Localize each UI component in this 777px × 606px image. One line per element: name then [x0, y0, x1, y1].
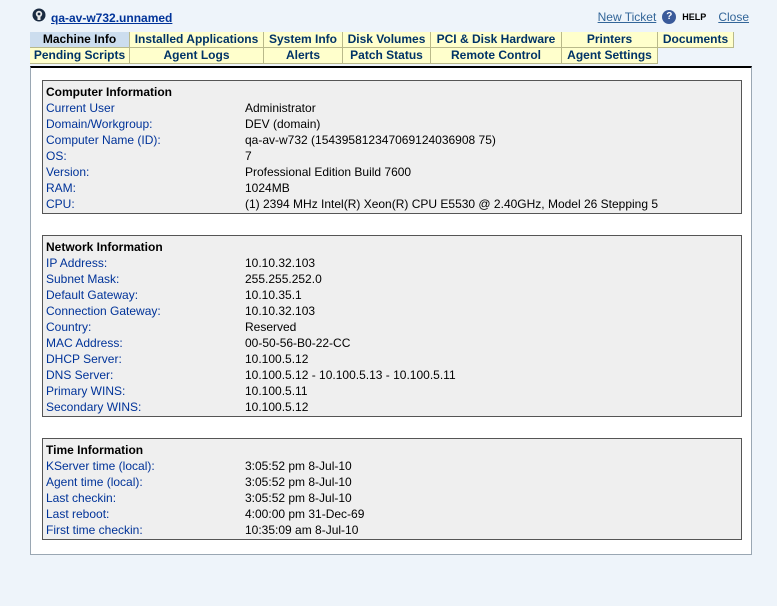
- tab-pending-scripts[interactable]: Pending Scripts: [30, 48, 130, 64]
- tab-agent-logs[interactable]: Agent Logs: [130, 48, 264, 64]
- info-row: OS: 7: [46, 148, 736, 164]
- field-value: Professional Edition Build 7600: [245, 165, 412, 179]
- field-label: CPU:: [46, 197, 75, 211]
- field-label: Connection Gateway:: [46, 304, 161, 318]
- field-label: Agent time (local):: [46, 475, 143, 489]
- section-title: Network Information: [46, 240, 163, 254]
- info-row: Last checkin: 3:05:52 pm 8-Jul-10: [46, 490, 736, 506]
- tab-printers[interactable]: Printers: [562, 32, 658, 48]
- field-label: Last checkin:: [46, 491, 117, 505]
- tab-row-2: Pending Scripts Agent Logs Alerts Patch …: [30, 48, 734, 64]
- field-label: Domain/Workgroup:: [46, 117, 153, 131]
- field-label: RAM:: [46, 181, 76, 195]
- field-value: Reserved: [245, 320, 297, 334]
- tab-pci-disk-hardware[interactable]: PCI & Disk Hardware: [431, 32, 562, 48]
- info-row: Subnet Mask: 255.255.252.0: [46, 271, 736, 287]
- field-value: 10.10.35.1: [245, 288, 302, 302]
- field-value: DEV (domain): [245, 117, 321, 131]
- field-label: DNS Server:: [46, 368, 114, 382]
- tab-patch-status[interactable]: Patch Status: [343, 48, 431, 64]
- header-links: New Ticket ? HELP Close: [598, 9, 749, 25]
- tab-installed-applications[interactable]: Installed Applications: [130, 32, 264, 48]
- field-label: IP Address:: [46, 256, 108, 270]
- info-row: Agent time (local): 3:05:52 pm 8-Jul-10: [46, 474, 736, 490]
- tab-documents[interactable]: Documents: [658, 32, 734, 48]
- info-row: KServer time (local): 3:05:52 pm 8-Jul-10: [46, 458, 736, 474]
- info-row: Default Gateway: 10.10.35.1: [46, 287, 736, 303]
- agent-status-icon[interactable]: [32, 8, 46, 22]
- top-bar: qa-av-w732.unnamed New Ticket ? HELP Clo…: [0, 0, 777, 32]
- machine-info-panel: Computer Information Current User Adminis…: [30, 66, 752, 555]
- field-value: Administrator: [245, 101, 316, 115]
- info-row: Current User Administrator: [46, 100, 736, 116]
- field-value: 3:05:52 pm 8-Jul-10: [245, 475, 352, 489]
- field-value: 10.10.32.103: [245, 256, 316, 270]
- field-value: 10:35:09 am 8-Jul-10: [245, 523, 359, 537]
- field-value: qa-av-w732 (154395812347069124036908 75): [245, 133, 496, 147]
- tab-row-1: Machine Info Installed Applications Syst…: [30, 32, 734, 48]
- info-row: Computer Name (ID): qa-av-w732 (154395812…: [46, 132, 736, 148]
- field-label: Primary WINS:: [46, 384, 126, 398]
- field-value: 10.100.5.12: [245, 352, 309, 366]
- info-row: First time checkin: 10:35:09 am 8-Jul-10: [46, 522, 736, 538]
- info-row: DHCP Server: 10.100.5.12: [46, 351, 736, 367]
- field-label: Default Gateway:: [46, 288, 139, 302]
- field-value: 3:05:52 pm 8-Jul-10: [245, 459, 352, 473]
- new-ticket-link[interactable]: New Ticket: [598, 10, 657, 24]
- field-value: 10.100.5.12: [245, 400, 309, 414]
- field-value: 10.100.5.12 - 10.100.5.13 - 10.100.5.11: [245, 368, 456, 382]
- tab-agent-settings[interactable]: Agent Settings: [562, 48, 658, 64]
- info-row: Connection Gateway: 10.10.32.103: [46, 303, 736, 319]
- field-value: 3:05:52 pm 8-Jul-10: [245, 491, 352, 505]
- computer-information-section: Computer Information Current User Adminis…: [42, 80, 742, 214]
- tab-disk-volumes[interactable]: Disk Volumes: [343, 32, 431, 48]
- info-row: CPU: (1) 2394 MHz Intel(R) Xeon(R) CPU E5…: [46, 196, 736, 212]
- question-circle-icon[interactable]: ?: [662, 10, 677, 24]
- field-label: Secondary WINS:: [46, 400, 142, 414]
- field-label: KServer time (local):: [46, 459, 155, 473]
- field-value: 10.100.5.11: [245, 384, 308, 398]
- info-row: Domain/Workgroup: DEV (domain): [46, 116, 736, 132]
- field-value: 10.10.32.103: [245, 304, 316, 318]
- tab-system-info[interactable]: System Info: [264, 32, 343, 48]
- field-label: Computer Name (ID):: [46, 133, 161, 147]
- tab-alerts[interactable]: Alerts: [264, 48, 343, 64]
- info-row: Country: Reserved: [46, 319, 736, 335]
- info-row: RAM: 1024MB: [46, 180, 736, 196]
- field-label: Country:: [46, 320, 92, 334]
- info-row: Last reboot: 4:00:00 pm 31-Dec-69: [46, 506, 736, 522]
- info-row: MAC Address: 00-50-56-B0-22-CC: [46, 335, 736, 351]
- info-row: Primary WINS: 10.100.5.11: [46, 383, 736, 399]
- network-information-section: Network Information IP Address: 10.10.32.…: [42, 235, 742, 417]
- close-link[interactable]: Close: [718, 10, 749, 24]
- tab-bar: Machine Info Installed Applications Syst…: [30, 32, 734, 64]
- info-row: IP Address: 10.10.32.103: [46, 255, 736, 271]
- field-label: MAC Address:: [46, 336, 123, 350]
- tab-remote-control[interactable]: Remote Control: [431, 48, 562, 64]
- field-value: (1) 2394 MHz Intel(R) Xeon(R) CPU E5530 …: [245, 197, 659, 211]
- field-label: Current User: [46, 101, 115, 115]
- help-link[interactable]: HELP: [682, 12, 706, 22]
- field-label: First time checkin:: [46, 523, 143, 537]
- field-label: Subnet Mask:: [46, 272, 120, 286]
- field-label: OS:: [46, 149, 67, 163]
- field-value: 00-50-56-B0-22-CC: [245, 336, 351, 350]
- time-information-section: Time Information KServer time (local): 3:…: [42, 438, 742, 540]
- field-label: Version:: [46, 165, 90, 179]
- info-row: Version: Professional Edition Build 7600: [46, 164, 736, 180]
- field-value: 255.255.252.0: [245, 272, 322, 286]
- field-value: 7: [245, 149, 252, 163]
- field-value: 1024MB: [245, 181, 290, 195]
- agent-name-link[interactable]: qa-av-w732.unnamed: [51, 11, 172, 25]
- tab-machine-info[interactable]: Machine Info: [30, 32, 130, 48]
- info-row: DNS Server: 10.100.5.12 - 10.100.5.13 - 1…: [46, 367, 736, 383]
- field-value: 4:00:00 pm 31-Dec-69: [245, 507, 365, 521]
- field-label: Last reboot:: [46, 507, 110, 521]
- field-label: DHCP Server:: [46, 352, 122, 366]
- section-title: Time Information: [46, 443, 144, 457]
- section-title: Computer Information: [46, 85, 172, 99]
- info-row: Secondary WINS: 10.100.5.12: [46, 399, 736, 415]
